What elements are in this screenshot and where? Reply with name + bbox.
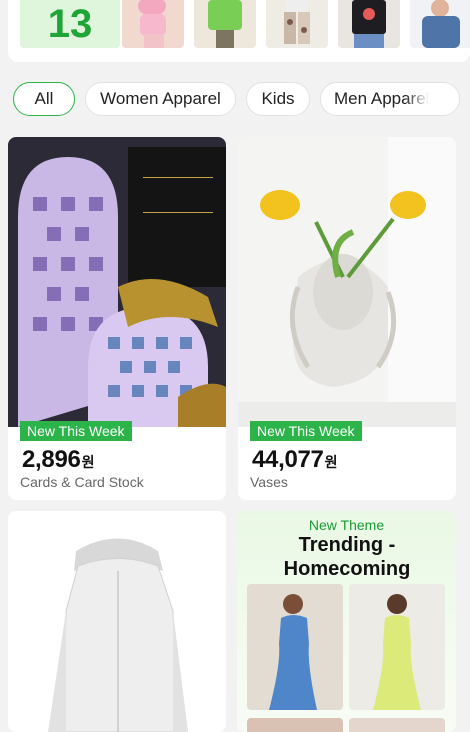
new-this-week-badge: New This Week bbox=[20, 421, 132, 441]
product-card-cards[interactable]: New This Week 2,896원 Cards & Card Stock bbox=[8, 137, 226, 500]
thumbnail-denim-jacket[interactable] bbox=[410, 0, 470, 48]
theme-title: Trending - Homecoming bbox=[283, 534, 411, 580]
chip-men-apparel[interactable]: Men Apparel bbox=[320, 82, 460, 116]
top-strip: 13 bbox=[8, 0, 470, 62]
gown-image[interactable] bbox=[349, 718, 445, 732]
thumbnail-green-tshirt[interactable] bbox=[194, 0, 256, 48]
thumbnail-patterned-pants[interactable] bbox=[266, 0, 328, 48]
new-this-week-badge: New This Week bbox=[250, 421, 362, 441]
chip-all[interactable]: All bbox=[13, 82, 75, 116]
date-number: 13 bbox=[47, 2, 93, 46]
product-category: Vases bbox=[250, 474, 288, 490]
thumbnail-black-tshirt[interactable] bbox=[338, 0, 400, 48]
product-price: 44,077원 bbox=[252, 446, 338, 473]
yellow-gown-image[interactable] bbox=[349, 584, 445, 710]
product-category: Cards & Card Stock bbox=[20, 474, 144, 490]
product-price: 2,896원 bbox=[22, 446, 95, 473]
chip-kids[interactable]: Kids bbox=[246, 82, 310, 116]
product-card-vases[interactable]: New This Week 44,077원 Vases bbox=[238, 137, 456, 500]
chip-women-apparel[interactable]: Women Apparel bbox=[85, 82, 236, 116]
category-filter-bar: All Women Apparel Kids Men Apparel bbox=[0, 80, 470, 120]
gown-image[interactable] bbox=[247, 718, 343, 732]
thumbnail-pink-outfit[interactable] bbox=[122, 0, 184, 48]
blue-gown-image[interactable] bbox=[247, 584, 343, 710]
product-card-jacket[interactable] bbox=[8, 511, 226, 732]
face-vase-tulips-image bbox=[238, 137, 456, 427]
theme-card-homecoming[interactable]: New Theme Trending - Homecoming bbox=[237, 511, 456, 732]
white-hooded-jacket-image bbox=[8, 511, 226, 732]
stained-glass-cards-image bbox=[8, 137, 226, 427]
theme-label: New Theme bbox=[308, 517, 385, 533]
date-tile[interactable]: 13 bbox=[20, 0, 120, 48]
